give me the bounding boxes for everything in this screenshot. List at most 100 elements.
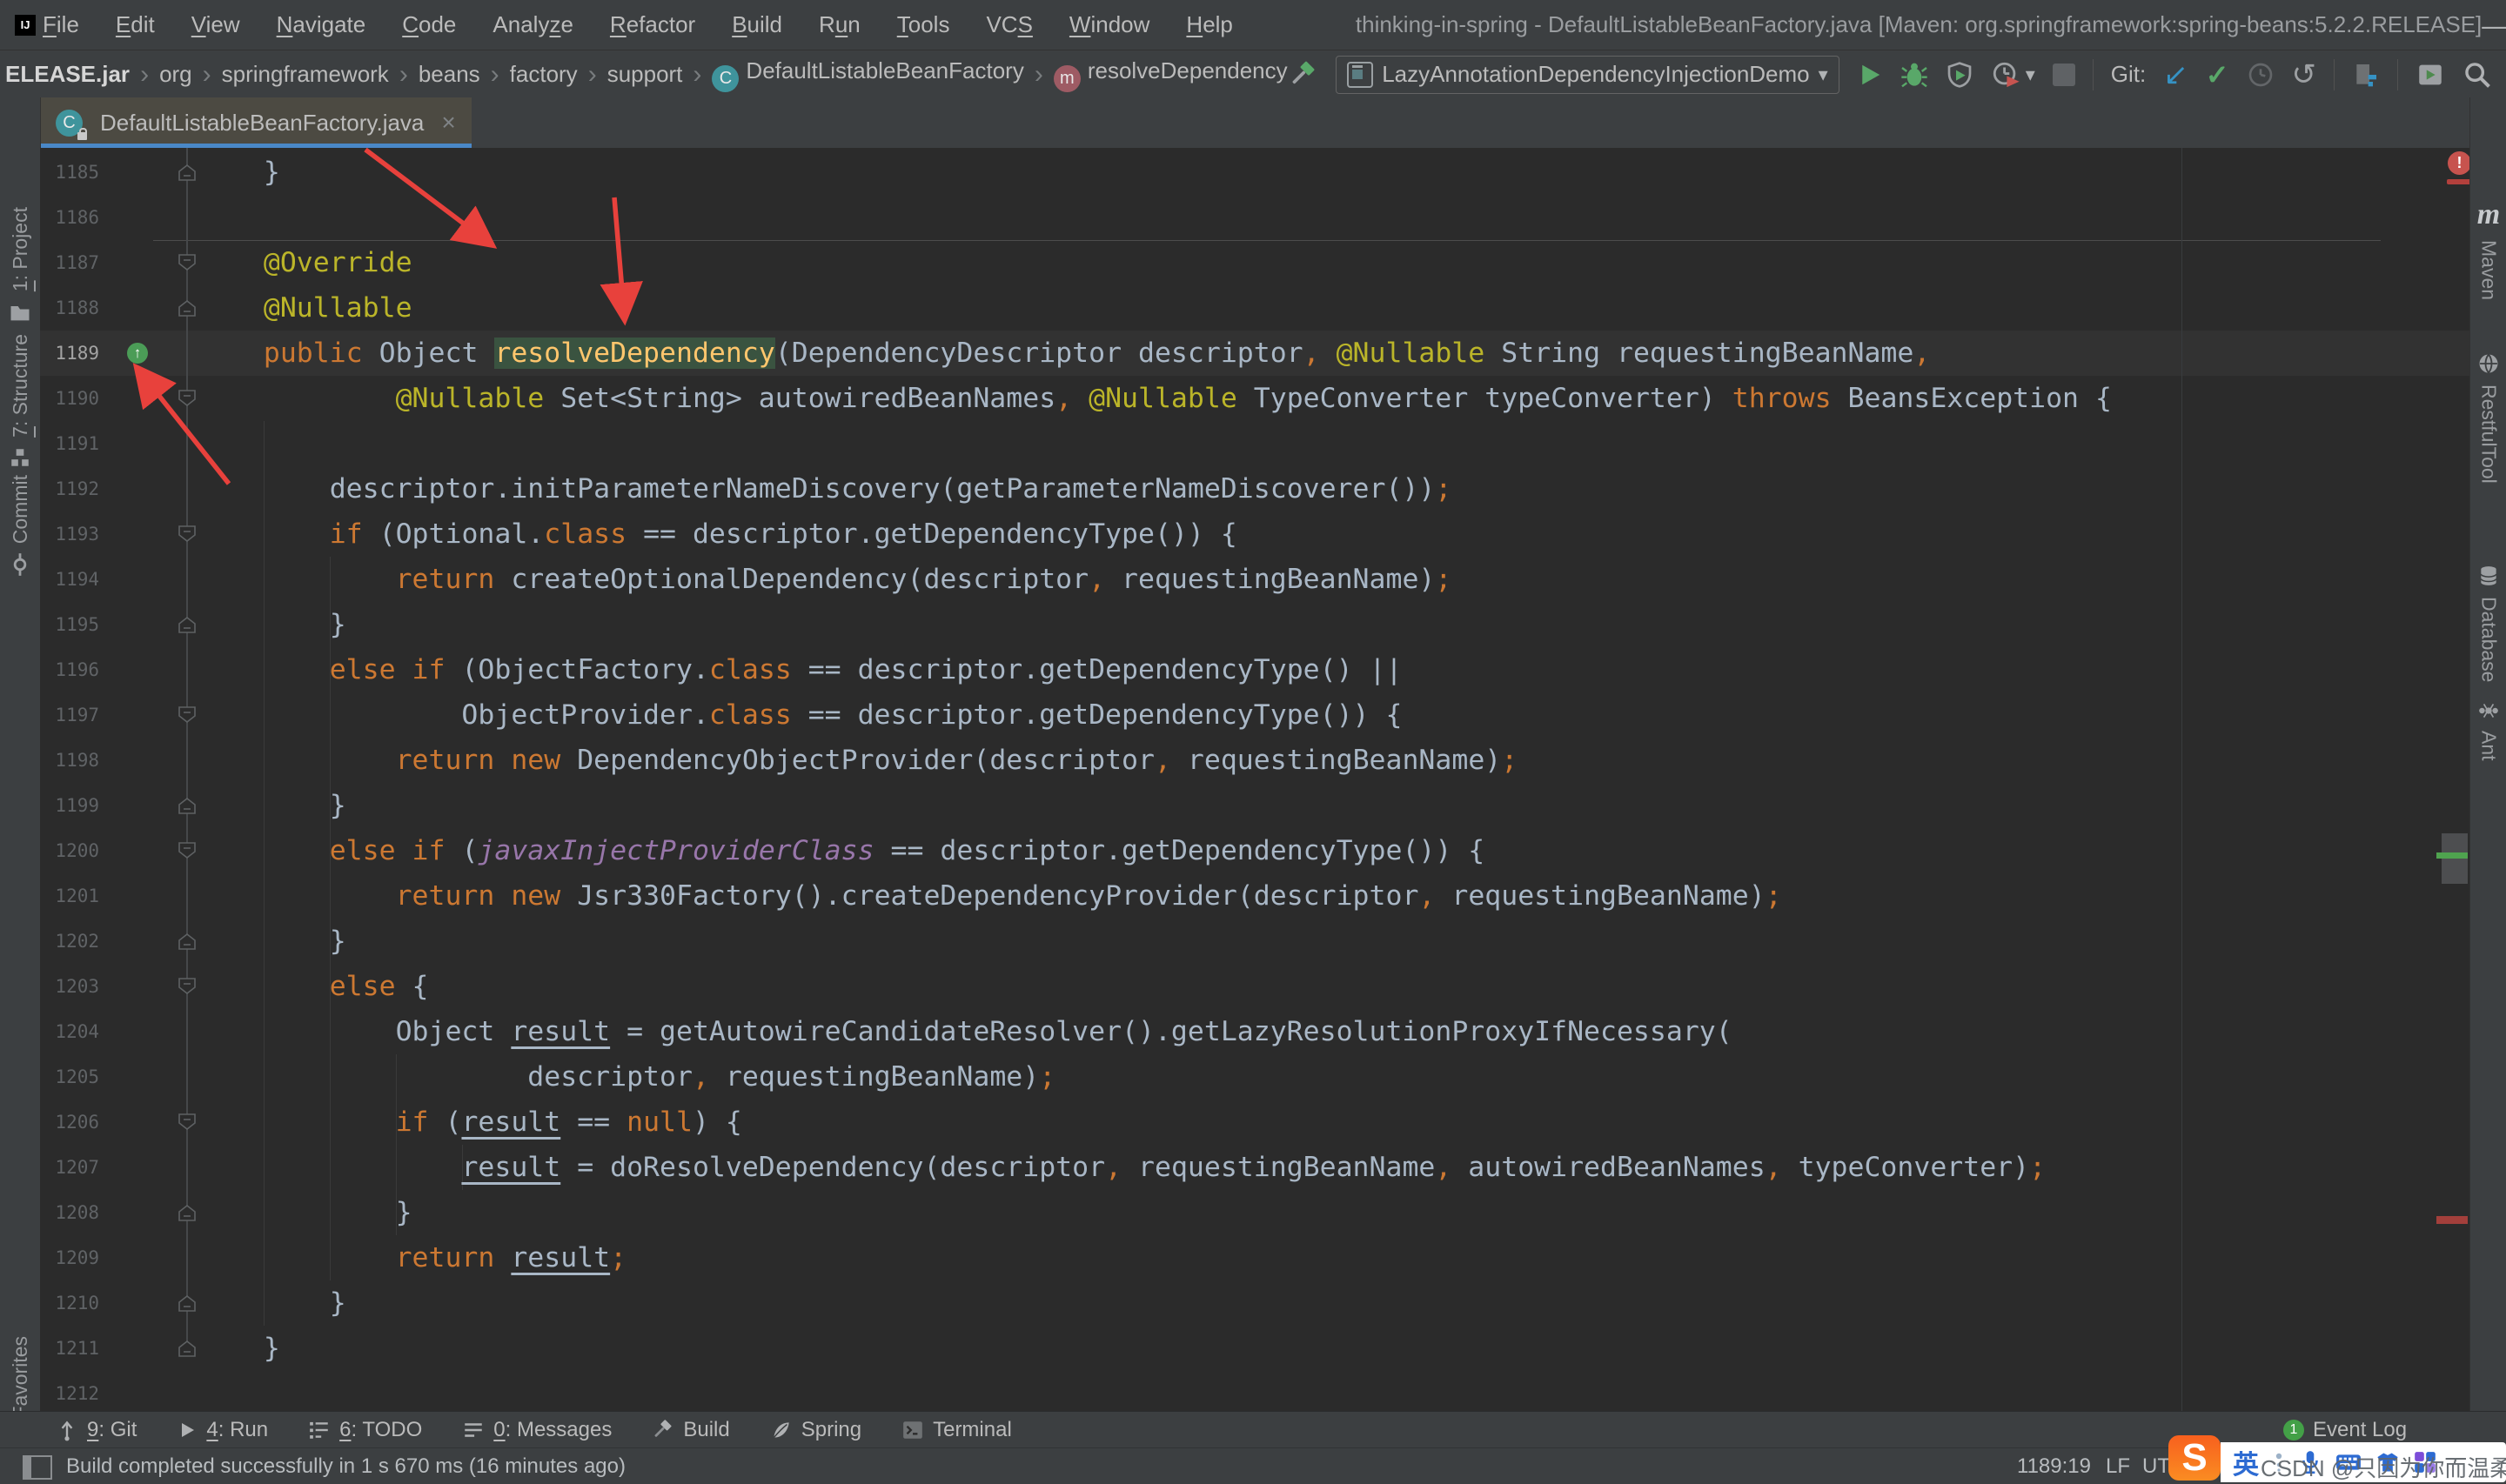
line-number: 1186 [55,207,99,228]
build-hammer-icon[interactable] [1289,60,1318,90]
fold-marker-down-icon[interactable] [177,389,198,408]
breadcrumb-item[interactable]: m resolveDependency [1052,57,1289,92]
toolwindow-label: 0: Messages [493,1418,613,1441]
line-separator[interactable]: LF [2106,1454,2130,1479]
menu-tools[interactable]: Tools [879,6,968,43]
git-tw-icon [56,1419,78,1441]
stripe-button-ant[interactable]: Ant [2470,699,2506,761]
profiler-button[interactable]: ▾ [1991,60,2035,90]
hammer-gray-icon [652,1419,674,1441]
minimize-icon[interactable]: — [2482,11,2506,39]
toolwindow-button-6-todo[interactable]: 6: TODO [308,1418,422,1442]
code-line: result = doResolveDependency(descriptor,… [461,1152,2047,1183]
toolwindow-button-4-run[interactable]: 4: Run [177,1418,268,1442]
breadcrumb-item[interactable]: org [157,61,194,88]
menu-analyze[interactable]: Analyze [474,6,592,43]
toolwindow-button-terminal[interactable]: Terminal [901,1418,1012,1442]
scrollbar-thumb[interactable] [2442,833,2468,884]
fold-marker-up-icon[interactable] [177,298,198,318]
code-editor[interactable]: 1185 } 1186 1187 @Override 1188 @Nullable 11… [40,148,2469,1411]
fold-marker-up-icon[interactable] [177,615,198,634]
fold-marker-down-icon[interactable] [177,841,198,860]
breadcrumb-item[interactable]: ELEASE.jar [3,61,131,88]
fold-marker-down-icon[interactable] [177,1113,198,1132]
git-history-icon[interactable] [2247,61,2275,89]
run-gray-icon [177,1420,198,1441]
menu-help[interactable]: Help [1168,6,1250,43]
stripe-button-commit[interactable]: Commit [0,475,40,577]
git-update-icon[interactable]: ↙ [2163,60,2188,90]
fold-marker-down-icon[interactable] [177,525,198,544]
globe-icon [2476,351,2501,376]
ant-icon [2476,699,2501,722]
menu-edit[interactable]: Edit [97,6,173,43]
overriding-method-icon[interactable]: ↑ [127,343,148,364]
search-everywhere-icon[interactable] [2462,60,2492,90]
line-number: 1191 [55,433,99,454]
stripe-button-maven[interactable]: m Maven [2470,198,2506,300]
breadcrumb-item[interactable]: C DefaultListableBeanFactory [710,57,1025,92]
menu-code[interactable]: Code [384,6,474,43]
run-button[interactable] [1857,62,1883,88]
todo-icon [308,1419,331,1441]
menu-window[interactable]: Window [1051,6,1168,43]
toolbar-separator [2334,58,2335,90]
fold-marker-up-icon[interactable] [177,1339,198,1358]
fold-marker-up-icon[interactable] [177,796,198,815]
stripe-button-1-project[interactable]: 1: Project [0,207,40,324]
project-structure-icon[interactable] [2352,61,2380,89]
fold-marker-up-icon[interactable] [177,1203,198,1222]
stripe-button-restfultool[interactable]: RestfulTool [2470,351,2506,484]
code-line: } [198,790,346,821]
messages-icon [462,1419,485,1441]
csdn-watermark: CSDN @只因为你而温柔 [2261,1455,2506,1481]
tab-close-icon[interactable]: × [441,109,455,137]
run-configuration-select[interactable]: LazyAnnotationDependencyInjectionDemo ▾ [1336,55,1839,94]
line-number: 1190 [55,388,99,409]
error-indicator-icon[interactable]: ! [2448,151,2469,175]
run-anything-icon[interactable] [2416,60,2445,90]
breadcrumb-item[interactable]: springframework [220,61,391,88]
toolwindow-button-0-messages[interactable]: 0: Messages [462,1418,612,1442]
breadcrumb-separator-icon: › [140,59,150,89]
editor-tab[interactable]: C DefaultListableBeanFactory.java × [40,97,472,148]
caret-position[interactable]: 1189:19 [2017,1454,2091,1479]
breadcrumb-item[interactable]: factory [508,61,580,88]
menu-run[interactable]: Run [801,6,879,43]
toolwindow-button-build[interactable]: Build [652,1418,730,1442]
breadcrumb-item[interactable]: beans [417,61,482,88]
breadcrumb-separator-icon: › [490,59,499,89]
stripe-button-database[interactable]: Database [2470,564,2506,682]
fold-marker-down-icon[interactable] [177,253,198,272]
line-number: 1194 [55,569,99,590]
fold-marker-down-icon[interactable] [177,705,198,725]
stripe-label: Commit [8,475,31,545]
debug-button[interactable] [1900,61,1928,89]
toolwindow-button-spring[interactable]: Spring [770,1418,861,1442]
menu-vcs[interactable]: VCS [968,6,1050,43]
code-line: public Object resolveDependency(Dependen… [263,338,1931,369]
class-icon: C [56,109,87,140]
code-line: } [198,609,346,640]
toolwindow-toggle-icon[interactable] [23,1455,52,1480]
fold-marker-down-icon[interactable] [177,977,198,996]
fold-marker-up-icon[interactable] [177,1293,198,1313]
fold-marker-up-icon[interactable] [177,932,198,951]
rollback-icon[interactable]: ↺ [2292,60,2317,90]
git-commit-icon[interactable]: ✓ [2206,61,2229,89]
line-number: 1192 [55,478,99,499]
toolwindow-button-9-git[interactable]: 9: Git [56,1418,137,1442]
menu-refactor[interactable]: Refactor [592,6,714,43]
stop-button[interactable] [2052,63,2075,86]
menu-navigate[interactable]: Navigate [258,6,385,43]
menu-build[interactable]: Build [714,6,801,43]
error-stripe-mark [2447,179,2469,184]
right-tool-stripe: m Maven RestfulTool Database Ant [2469,97,2506,1411]
menu-view[interactable]: View [173,6,258,43]
breadcrumb-item[interactable]: support [606,61,685,88]
fold-marker-up-icon[interactable] [177,163,198,182]
commit-icon [8,552,32,577]
stripe-button-7-structure[interactable]: 7: Structure [0,334,40,469]
coverage-button[interactable] [1946,61,1973,89]
line-number: 1199 [55,795,99,816]
